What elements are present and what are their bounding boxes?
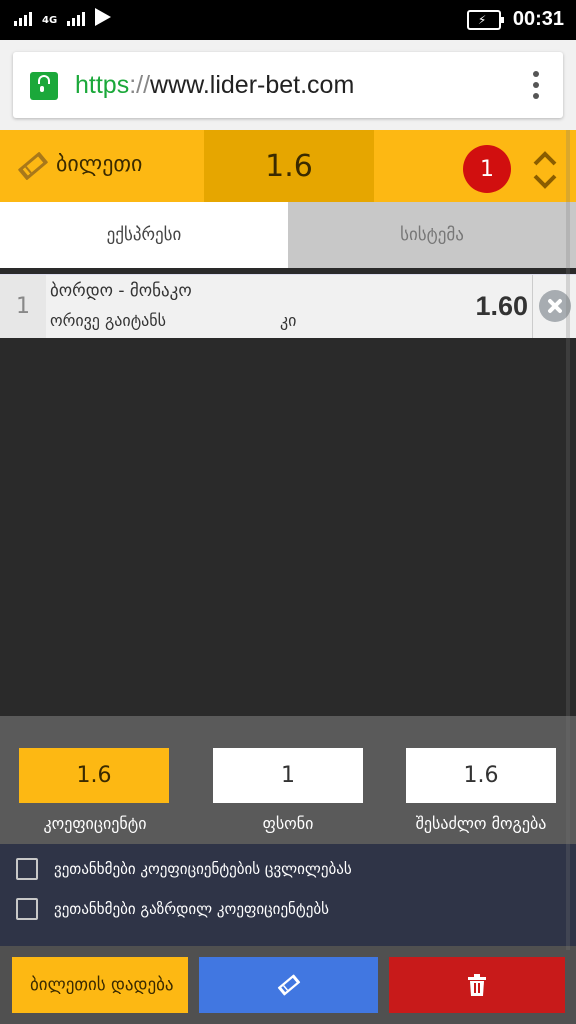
agree-increased-odds-checkbox[interactable] <box>16 898 38 920</box>
bet-odds: 1.60 <box>475 291 528 321</box>
stake-input[interactable]: 1 <box>213 748 363 803</box>
expand-collapse-icon[interactable] <box>530 148 560 192</box>
browser-toolbar: https://www.lider-bet.com <box>0 40 576 130</box>
url-separator: :// <box>129 71 151 99</box>
tab-system[interactable]: სისტემა <box>288 202 576 268</box>
ticket-icon <box>277 974 300 996</box>
status-bar: 4G ⚡ 00:31 <box>0 0 576 40</box>
bet-list-empty-area <box>0 338 576 716</box>
place-bet-button[interactable]: ბილეთის დადება <box>12 957 188 1013</box>
delete-ticket-button[interactable] <box>389 957 565 1013</box>
bet-outcome: კი <box>280 311 297 330</box>
more-vert-icon[interactable] <box>533 71 539 99</box>
url-text[interactable]: https://www.lider-bet.com <box>75 71 354 100</box>
lock-icon[interactable] <box>30 72 58 100</box>
url-bar[interactable]: https://www.lider-bet.com <box>13 52 563 118</box>
play-store-icon <box>95 8 112 26</box>
agree-odds-change-label: ვეთანხმები კოეფიციენტების ცვლილებას <box>54 860 352 878</box>
agree-odds-change[interactable]: ვეთანხმები კოეფიციენტების ცვლილებას <box>16 858 352 880</box>
status-indicators: 4G <box>14 8 112 26</box>
stake-label: ფსონი <box>262 814 314 833</box>
possible-win-label: შესაძლო მოგება <box>415 814 547 833</box>
trash-icon <box>468 974 486 996</box>
ticket-icon <box>18 152 48 180</box>
status-right: ⚡ 00:31 <box>466 8 564 31</box>
signal-icon <box>14 10 32 26</box>
odds-label: კოეფიციენტი <box>43 814 147 833</box>
stake-calculator: 1.6 1 1.6 კოეფიციენტი ფსონი შესაძლო მოგე… <box>0 716 576 844</box>
total-odds: 1.6 <box>204 130 374 202</box>
odds-value: 1.6 <box>19 748 169 803</box>
url-host: www.lider-bet.com <box>150 71 355 99</box>
bet-type-tabs: ექსპრესი სისტემა <box>0 202 576 268</box>
url-scheme: https <box>75 71 130 99</box>
signal-icon-2 <box>67 10 86 26</box>
ticket-title: ბილეთი <box>56 152 143 177</box>
save-ticket-button[interactable] <box>199 957 378 1013</box>
battery-charging-icon: ⚡ <box>466 9 504 30</box>
scrollbar[interactable] <box>566 130 570 950</box>
action-bar: ბილეთის დადება <box>0 946 576 1024</box>
clock: 00:31 <box>512 8 564 30</box>
bet-match: ბორდო - მონაკო <box>50 281 192 301</box>
bet-market: ორივე გაიტანს <box>50 311 167 330</box>
network-type: 4G <box>42 15 58 26</box>
agree-odds-change-checkbox[interactable] <box>16 858 38 880</box>
agree-increased-odds[interactable]: ვეთანხმები გაზრდილ კოეფიციენტებს <box>16 898 329 920</box>
bet-number: 1 <box>0 275 46 338</box>
bet-count-badge: 1 <box>463 145 511 193</box>
tab-express[interactable]: ექსპრესი <box>0 202 288 268</box>
bet-row: 1 ბორდო - მონაკო ორივე გაიტანს კი 1.60 <box>0 274 576 338</box>
agree-increased-odds-label: ვეთანხმები გაზრდილ კოეფიციენტებს <box>54 900 329 918</box>
bet-divider <box>532 275 533 338</box>
agreements-panel: ვეთანხმები კოეფიციენტების ცვლილებას ვეთა… <box>0 844 576 946</box>
possible-win-value: 1.6 <box>406 748 556 803</box>
